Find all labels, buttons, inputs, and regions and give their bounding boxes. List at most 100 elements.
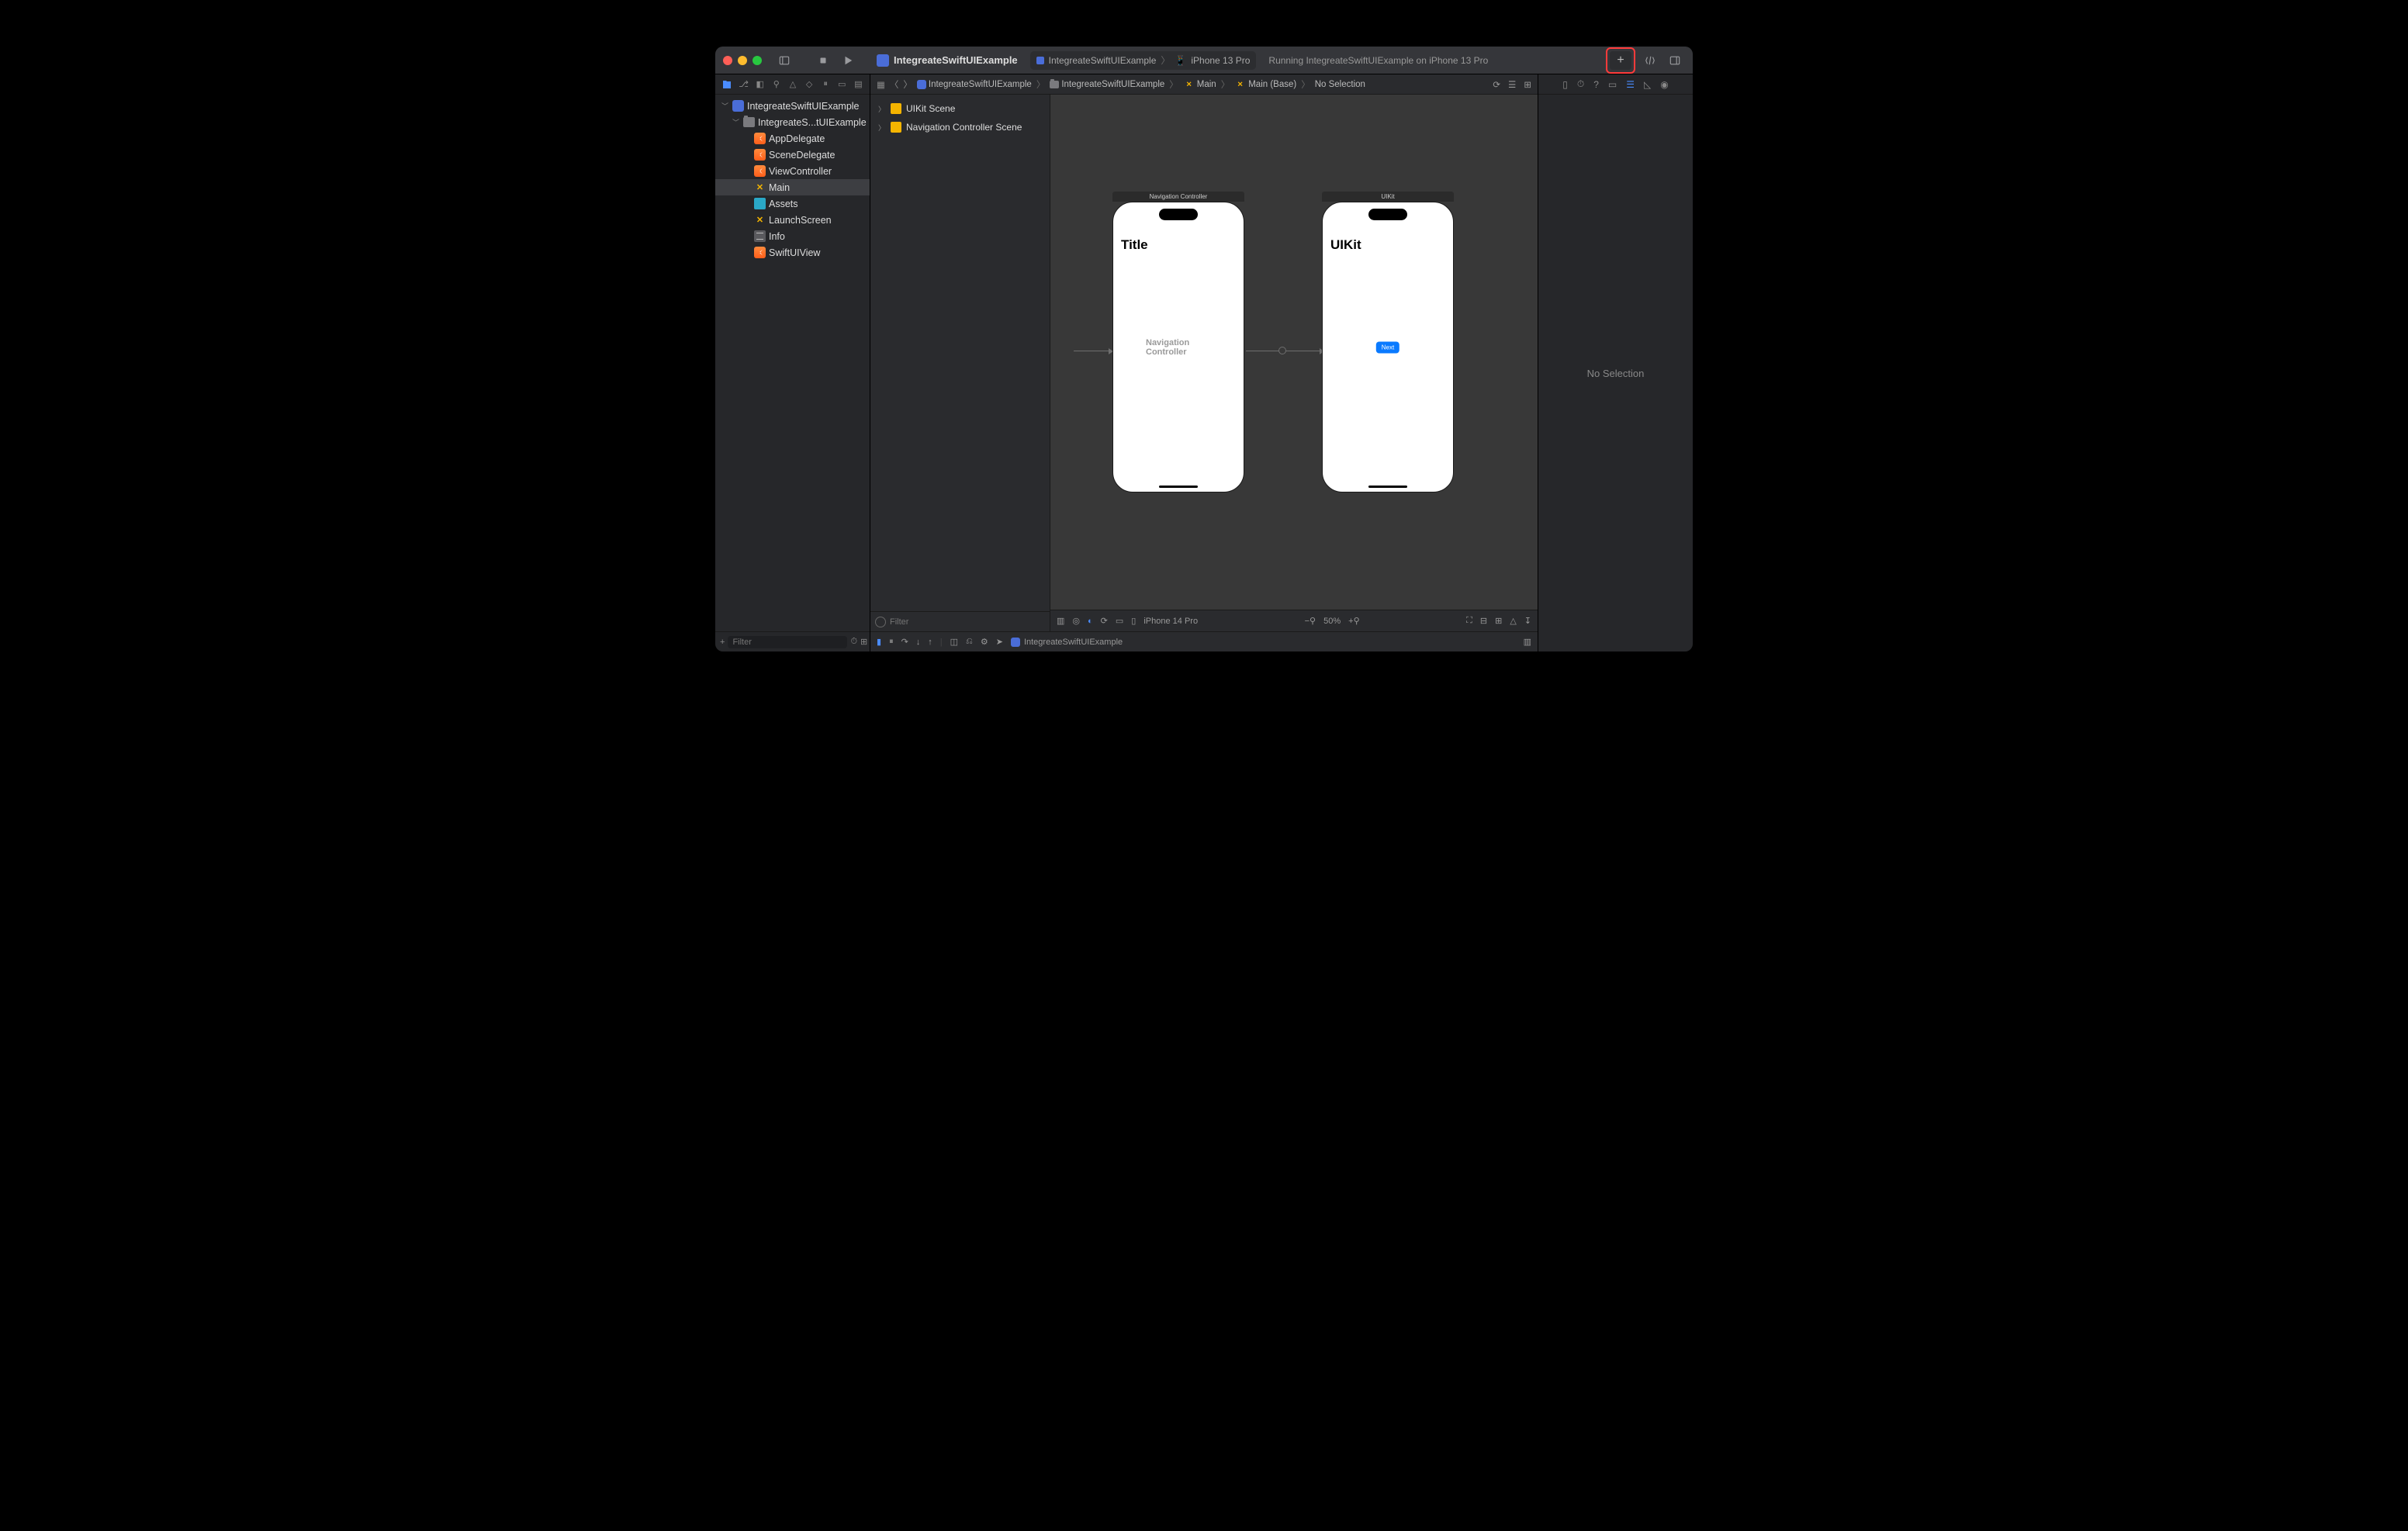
file-inspector-tab[interactable]: ▯	[1562, 79, 1568, 90]
toggle-breakpoints-button[interactable]: ▮	[877, 637, 881, 647]
debug-memory-button[interactable]: ⎌	[966, 637, 973, 647]
identity-inspector-tab[interactable]: ▭	[1608, 79, 1617, 90]
library-button[interactable]: +	[1610, 51, 1631, 70]
scheme-selector[interactable]: IntegreateSwiftUIExample 〉 📱 iPhone 13 P…	[1030, 51, 1257, 70]
assistant-button[interactable]: ◎	[1072, 616, 1080, 626]
tree-file-info[interactable]: Info	[715, 228, 870, 244]
crumb-label: Main (Base)	[1248, 80, 1296, 89]
add-file-button[interactable]: +	[720, 638, 725, 647]
tree-file-swiftuiview[interactable]: SwiftUIView	[715, 244, 870, 261]
document-outline: 〉UIKit Scene 〉Navigation Controller Scen…	[870, 95, 1050, 631]
device-icon[interactable]: ▯	[1131, 616, 1136, 626]
debug-target-label: IntegreateSwiftUIExample	[1024, 638, 1123, 647]
toggle-inspector-button[interactable]	[1665, 52, 1685, 69]
appearance-button[interactable]: ◐	[1088, 617, 1093, 626]
outline-scene-nav[interactable]: 〉Navigation Controller Scene	[870, 118, 1050, 137]
debug-view-button[interactable]: ◫	[950, 637, 958, 647]
scm-filter-button[interactable]: ⊞	[860, 637, 867, 647]
embed-button[interactable]: ↧	[1524, 616, 1531, 626]
next-button[interactable]: Next	[1376, 341, 1399, 353]
tree-file-launchscreen[interactable]: LaunchScreen	[715, 212, 870, 228]
scene-titlebar[interactable]: Navigation Controller	[1112, 192, 1244, 202]
align-button[interactable]: ⊟	[1480, 616, 1487, 626]
stop-button[interactable]	[813, 52, 833, 69]
outline-label: Navigation Controller Scene	[906, 122, 1022, 133]
crumb-project[interactable]: IntegreateSwiftUIExample	[917, 80, 1032, 89]
nav-bar-title[interactable]: Title	[1121, 237, 1148, 253]
tree-file-appdelegate[interactable]: AppDelegate	[715, 130, 870, 147]
step-over-button[interactable]: ↷	[901, 637, 908, 647]
find-navigator-tab[interactable]: ⚲	[771, 79, 781, 90]
close-window-button[interactable]	[723, 56, 732, 65]
tree-group[interactable]: ﹀IntegreateS...tUIExample	[715, 114, 870, 130]
toggle-debug-area-button[interactable]: ▥	[1524, 637, 1531, 647]
size-inspector-tab[interactable]: ◺	[1644, 79, 1651, 90]
toggle-navigator-button[interactable]	[774, 52, 794, 69]
scene-navigation-controller[interactable]: Navigation Controller Title Navigation C…	[1112, 192, 1244, 492]
refresh-button[interactable]: ⟳	[1493, 79, 1500, 90]
toggle-outline-button[interactable]: ▥	[1057, 616, 1064, 626]
crumb-file[interactable]: Main	[1183, 78, 1216, 90]
debug-navigator-tab[interactable]: ⏸	[821, 79, 831, 90]
phone-mockup: Title Navigation Controller	[1112, 202, 1244, 492]
tree-file-main[interactable]: Main	[715, 179, 870, 195]
add-editor-button[interactable]: ⊞	[1524, 79, 1531, 90]
outline-scene-uikit[interactable]: 〉UIKit Scene	[870, 99, 1050, 118]
recent-filter-button[interactable]: ⏱	[850, 637, 857, 647]
tree-project-root[interactable]: ﹀IntegreateSwiftUIExample	[715, 98, 870, 114]
history-inspector-tab[interactable]: ⏱	[1577, 78, 1584, 90]
editor-area: ▦ 〈 〉 IntegreateSwiftUIExample 〉 Integre…	[870, 74, 1538, 651]
orientation-button[interactable]: ⟳	[1101, 616, 1108, 626]
navigator-filter-input[interactable]	[728, 636, 847, 648]
pin-button[interactable]: ⊞	[1495, 616, 1502, 626]
nav-forward-button[interactable]: 〉	[903, 78, 912, 91]
connections-inspector-tab[interactable]: ◉	[1660, 79, 1668, 90]
home-indicator	[1159, 486, 1198, 488]
debug-env-button[interactable]: ⚙	[981, 637, 988, 647]
symbol-navigator-tab[interactable]: ◧	[755, 79, 765, 90]
outline-filter-input[interactable]	[890, 617, 1045, 627]
step-out-button[interactable]: ↑	[928, 638, 932, 647]
zoom-out-button[interactable]: −⚲	[1305, 616, 1316, 626]
code-review-button[interactable]	[1640, 52, 1660, 69]
tree-file-scenedelegate[interactable]: SceneDelegate	[715, 147, 870, 163]
debug-process[interactable]: IntegreateSwiftUIExample	[1011, 638, 1123, 647]
minimize-window-button[interactable]	[738, 56, 747, 65]
report-navigator-tab[interactable]: ▤	[853, 79, 863, 90]
test-navigator-tab[interactable]: ◇	[804, 79, 815, 90]
issue-navigator-tab[interactable]: △	[787, 79, 797, 90]
scene-uikit[interactable]: UIKit UIKit Next	[1322, 192, 1454, 492]
pause-button[interactable]: ⏸	[889, 637, 894, 647]
zoom-in-button[interactable]: +⚲	[1348, 616, 1359, 626]
breakpoint-navigator-tab[interactable]: ▭	[837, 79, 847, 90]
help-inspector-tab[interactable]: ?	[1593, 79, 1599, 90]
tree-file-assets[interactable]: Assets	[715, 195, 870, 212]
zoom-window-button[interactable]	[752, 56, 762, 65]
interface-builder-canvas[interactable]: Navigation Controller Title Navigation C…	[1050, 95, 1538, 631]
device-type-button[interactable]: ▭	[1116, 616, 1123, 626]
run-button[interactable]	[838, 52, 858, 69]
step-into-button[interactable]: ↓	[916, 638, 921, 647]
scene-title-label: UIKit	[1381, 193, 1394, 200]
outline-tree[interactable]: 〉UIKit Scene 〉Navigation Controller Scen…	[870, 95, 1050, 611]
project-tree[interactable]: ﹀IntegreateSwiftUIExample ﹀IntegreateS..…	[715, 95, 870, 631]
zoom-level[interactable]: 50%	[1323, 617, 1341, 626]
debug-location-button[interactable]: ➤	[996, 637, 1003, 647]
crumb-selection[interactable]: No Selection	[1315, 80, 1365, 89]
attributes-inspector-tab[interactable]: ☰	[1626, 79, 1635, 90]
adjust-editor-button[interactable]: ☰	[1508, 79, 1516, 90]
crumb-group[interactable]: IntegreateSwiftUIExample	[1050, 80, 1164, 89]
crumb-file-base[interactable]: Main (Base)	[1234, 78, 1296, 90]
nav-bar-title[interactable]: UIKit	[1330, 237, 1361, 253]
source-control-navigator-tab[interactable]: ⎇	[739, 79, 749, 90]
tree-label: AppDelegate	[769, 133, 825, 144]
project-navigator-tab[interactable]	[721, 79, 732, 90]
related-items-button[interactable]: ▦	[877, 79, 885, 90]
resolve-button[interactable]: △	[1510, 616, 1516, 626]
plist-file-icon	[754, 230, 766, 242]
scene-titlebar[interactable]: UIKit	[1322, 192, 1454, 202]
fit-button[interactable]: ⛶	[1466, 616, 1472, 626]
nav-back-button[interactable]: 〈	[890, 78, 899, 91]
device-selector[interactable]: iPhone 14 Pro	[1143, 617, 1198, 626]
tree-file-viewcontroller[interactable]: ViewController	[715, 163, 870, 179]
